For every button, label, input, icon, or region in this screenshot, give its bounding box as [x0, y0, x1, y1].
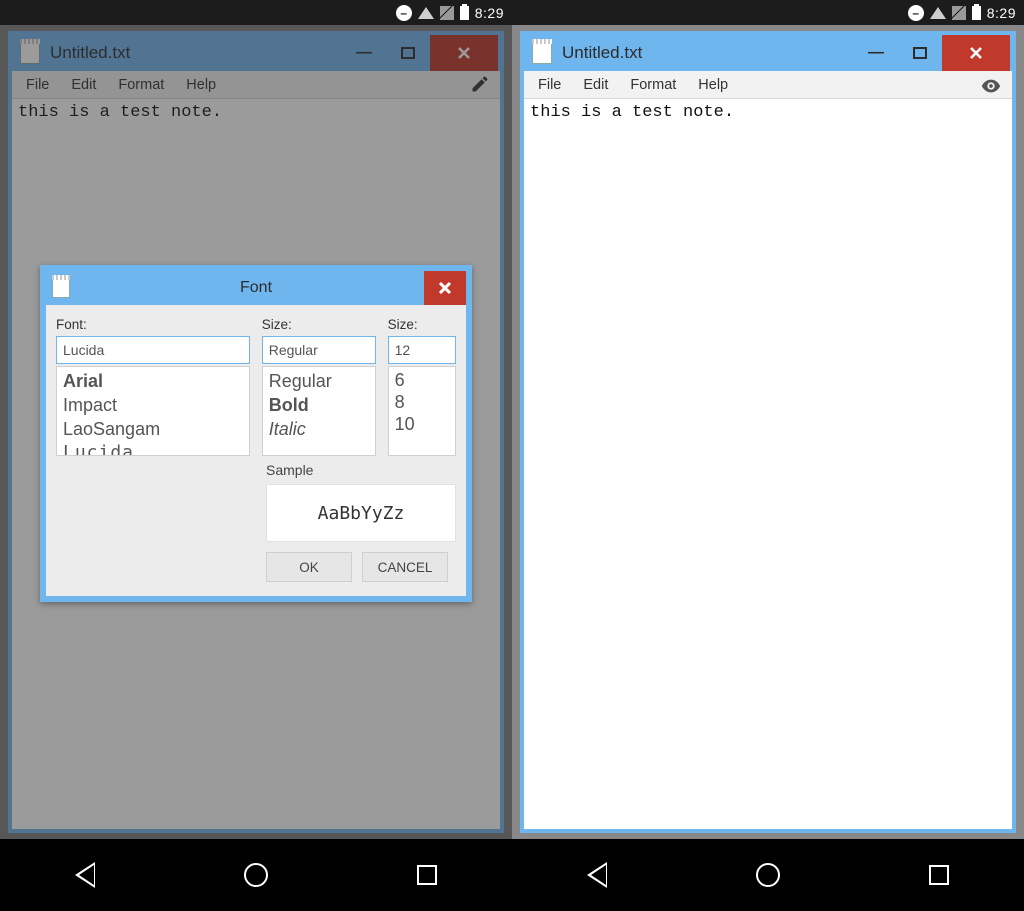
menu-help[interactable]: Help [698, 77, 728, 93]
font-field-label: Font: [56, 317, 250, 332]
window-titlebar[interactable]: Untitled.txt — [524, 35, 1012, 71]
maximize-button[interactable] [898, 35, 942, 71]
menu-file[interactable]: File [538, 77, 561, 93]
window-titlebar[interactable]: Untitled.txt — [12, 35, 500, 71]
dialog-close-button[interactable] [424, 271, 466, 305]
font-option-impact[interactable]: Impact [63, 393, 243, 417]
size-option-8[interactable]: 8 [395, 391, 449, 413]
nav-recent-button[interactable] [925, 861, 953, 889]
font-input[interactable] [56, 336, 250, 364]
android-status-bar: – 8:29 [512, 0, 1024, 25]
close-button[interactable] [430, 35, 498, 71]
dnd-icon: – [908, 5, 924, 21]
battery-icon [972, 6, 981, 20]
notepad-window: Untitled.txt — File Edit Format Help [520, 31, 1016, 833]
notepad-icon [52, 278, 70, 298]
menu-format[interactable]: Format [630, 77, 676, 93]
sample-label: Sample [266, 462, 456, 478]
edit-mode-icon[interactable] [470, 74, 490, 98]
wifi-icon [418, 7, 434, 19]
nav-recent-button[interactable] [413, 861, 441, 889]
dialog-title: Font [240, 279, 272, 297]
style-option-regular[interactable]: Regular [269, 369, 369, 393]
battery-icon [460, 6, 469, 20]
menubar: File Edit Format Help [524, 71, 1012, 99]
font-dialog: Font Font: Arial Impact LaoSangam Lucida [40, 265, 472, 602]
size-field-label: Size: [388, 317, 456, 332]
font-option-arial[interactable]: Arial [63, 369, 243, 393]
notepad-icon [20, 42, 40, 64]
sample-preview: AaBbYyZz [266, 484, 456, 542]
android-nav-bar [512, 839, 1024, 911]
close-button[interactable] [942, 35, 1010, 71]
menu-edit[interactable]: Edit [71, 77, 96, 93]
nav-home-button[interactable] [242, 861, 270, 889]
maximize-button[interactable] [386, 35, 430, 71]
size-option-10[interactable]: 10 [395, 413, 449, 435]
nav-back-button[interactable] [71, 861, 99, 889]
status-clock: 8:29 [475, 5, 504, 21]
nav-back-button[interactable] [583, 861, 611, 889]
window-title: Untitled.txt [50, 43, 332, 63]
menu-edit[interactable]: Edit [583, 77, 608, 93]
menubar: File Edit Format Help [12, 71, 500, 99]
android-nav-bar [0, 839, 512, 911]
minimize-button[interactable]: — [342, 35, 386, 71]
style-input[interactable] [262, 336, 376, 364]
editor-area[interactable]: this is a test note. [524, 99, 1012, 829]
dnd-icon: – [396, 5, 412, 21]
wifi-icon [930, 7, 946, 19]
ok-button[interactable]: OK [266, 552, 352, 582]
menu-format[interactable]: Format [118, 77, 164, 93]
notepad-icon [532, 42, 552, 64]
no-sim-icon [440, 6, 454, 20]
dialog-titlebar[interactable]: Font [46, 271, 466, 305]
status-clock: 8:29 [987, 5, 1016, 21]
cancel-button[interactable]: CANCEL [362, 552, 448, 582]
nav-home-button[interactable] [754, 861, 782, 889]
size-option-6[interactable]: 6 [395, 369, 449, 391]
style-option-bold[interactable]: Bold [269, 393, 369, 417]
view-mode-icon[interactable] [980, 75, 1002, 101]
size-input[interactable] [388, 336, 456, 364]
no-sim-icon [952, 6, 966, 20]
menu-help[interactable]: Help [186, 77, 216, 93]
style-field-label: Size: [262, 317, 376, 332]
font-option-lucida[interactable]: Lucida [63, 441, 243, 456]
font-option-laosangam[interactable]: LaoSangam [63, 417, 243, 441]
window-title: Untitled.txt [562, 43, 844, 63]
minimize-button[interactable]: — [854, 35, 898, 71]
style-option-italic[interactable]: Italic [269, 417, 369, 441]
size-list[interactable]: 6 8 10 [388, 366, 456, 456]
style-list[interactable]: Regular Bold Italic [262, 366, 376, 456]
font-list[interactable]: Arial Impact LaoSangam Lucida [56, 366, 250, 456]
menu-file[interactable]: File [26, 77, 49, 93]
android-status-bar: – 8:29 [0, 0, 512, 25]
